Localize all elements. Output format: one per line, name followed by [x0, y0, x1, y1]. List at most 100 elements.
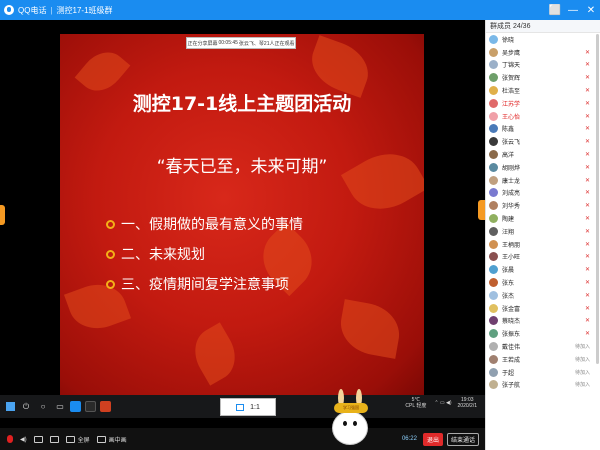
member-status: ✕	[584, 331, 590, 338]
member-name: 张晨	[502, 268, 515, 275]
member-row[interactable]: 蔡晓杰 ✕	[486, 315, 600, 328]
call-control-bar: ◀) 全屏 画中画 06:22 退出 结束通话	[0, 428, 485, 450]
avatar	[489, 73, 498, 83]
member-row[interactable]: 刘成亮 ✕	[486, 187, 600, 200]
avatar	[489, 150, 498, 160]
pip-label: 画中画	[108, 437, 127, 444]
member-row[interactable]: 吴步鹰 ✕	[486, 46, 600, 59]
member-name: 刘华秀	[502, 204, 521, 211]
member-list: 徐晓 吴步鹰 ✕ 丁锦天 ✕ 张贺辉 ✕ 杜浩至 ✕ 江苏学 ✕ 王心怡 ✕ 陈鑫 ✕ 张云飞 ✕ 高洋 ✕ 胡刚烨 ✕…	[486, 33, 600, 391]
ratio-icon	[236, 403, 245, 411]
restore-button[interactable]: ⬜	[546, 0, 564, 20]
pip-button[interactable]: 画中画	[96, 435, 127, 444]
member-name: 王小旺	[502, 255, 521, 262]
end-call-button[interactable]: 结束通话	[446, 432, 479, 446]
member-row[interactable]: 张贺辉 ✕	[486, 71, 600, 84]
member-row[interactable]: 丁锦天 ✕	[486, 59, 600, 72]
collapse-left-handle[interactable]	[0, 205, 5, 225]
share-screen-button[interactable]	[49, 435, 59, 443]
member-row[interactable]: 张晨 ✕	[486, 263, 600, 276]
agenda-item: 一、假期做的最有意义的事情	[106, 209, 303, 239]
member-row[interactable]: 江苏学 ✕	[486, 97, 600, 110]
member-row[interactable]: 王小旺 ✕	[486, 251, 600, 264]
powerpoint-app-icon	[100, 401, 111, 412]
member-name: 陶建	[502, 217, 515, 224]
member-name: 张贺辉	[502, 76, 521, 83]
close-button[interactable]: ✕	[582, 0, 600, 20]
avatar	[489, 214, 498, 224]
exit-button[interactable]: 退出	[422, 432, 443, 446]
browser-app-icon	[70, 401, 81, 412]
member-name: 王柄朋	[502, 242, 521, 249]
fullscreen-button[interactable]: 全屏	[65, 435, 90, 444]
member-row[interactable]: 王心怡 ✕	[486, 110, 600, 123]
clock-date: 2020/2/1	[457, 403, 477, 409]
member-status: ✕	[584, 190, 590, 197]
member-name: 张振东	[502, 332, 521, 339]
member-status: ✕	[584, 75, 590, 82]
avatar	[489, 201, 498, 211]
member-list-scrollbar[interactable]	[596, 34, 599, 364]
member-row[interactable]: 张杰 ✕	[486, 289, 600, 302]
agenda-item: 三、疫情期间复学注意事项	[106, 269, 303, 299]
fullscreen-icon	[65, 435, 75, 443]
window-controls: ⬜ — ✕	[546, 0, 600, 20]
member-row[interactable]: 张振东 ✕	[486, 327, 600, 340]
weather-widget: 5℃ CPL 轻度	[405, 397, 426, 409]
member-count-header: 群成员 24/36	[486, 20, 600, 33]
member-row[interactable]: 胡刚烨 ✕	[486, 161, 600, 174]
ratio-label: 1:1	[250, 403, 260, 411]
member-row[interactable]: 陈鑫 ✕	[486, 123, 600, 136]
member-row[interactable]: 张子航 待加入	[486, 379, 600, 392]
member-row[interactable]: 戴佳伟 待加入	[486, 340, 600, 353]
power-icon: ⏻	[22, 401, 30, 411]
member-row[interactable]: 汪翔 ✕	[486, 225, 600, 238]
member-name: 张杰	[502, 293, 515, 300]
camera-button[interactable]	[33, 435, 43, 443]
presentation-slide: 测控17-1线上主题团活动 “春天已至，未来可期” 一、假期做的最有意义的事情 …	[60, 34, 424, 398]
share-viewers: 张云飞、琴21人正在观看	[238, 40, 295, 47]
mic-button[interactable]	[7, 435, 13, 443]
mascot-eye	[353, 421, 357, 426]
member-row[interactable]: 陶建 ✕	[486, 212, 600, 225]
group-name: 测控17-1班级群	[56, 5, 113, 15]
member-row[interactable]: 张云飞 ✕	[486, 135, 600, 148]
member-name: 戴佳伟	[502, 345, 521, 352]
windows-start-icon	[6, 402, 15, 411]
mascot-banner: 学习强国	[334, 403, 368, 413]
aspect-ratio-toggle[interactable]: 1:1	[220, 398, 276, 416]
screen-share-status-bar[interactable]: 正在分享屏幕 00:05:45 张云飞、琴21人正在观看	[186, 37, 296, 49]
task-view-icon: ▭	[56, 402, 64, 411]
member-row[interactable]: 张金富 ✕	[486, 302, 600, 315]
agenda-item-text: 二、未来规划	[121, 247, 205, 263]
bullet-icon	[106, 219, 115, 229]
avatar	[489, 380, 498, 390]
mascot-eye	[343, 421, 347, 426]
member-name: 张云飞	[502, 140, 521, 147]
member-row[interactable]: 高洋 ✕	[486, 148, 600, 161]
member-row[interactable]: 康士龙 ✕	[486, 174, 600, 187]
member-status: ✕	[584, 318, 590, 325]
agenda-item: 二、未来规划	[106, 239, 303, 269]
member-row[interactable]: 于超 待加入	[486, 366, 600, 379]
member-status: ✕	[584, 88, 590, 95]
speaker-button[interactable]: ◀)	[20, 436, 27, 443]
member-row[interactable]: 王柄朋 ✕	[486, 238, 600, 251]
member-status: ✕	[584, 49, 590, 56]
share-timer: 00:05:45	[218, 40, 238, 46]
member-row[interactable]: 杜浩至 ✕	[486, 84, 600, 97]
member-name: 康士龙	[502, 178, 521, 185]
member-name: 杜浩至	[502, 89, 521, 96]
member-row[interactable]: 张东 ✕	[486, 276, 600, 289]
member-row[interactable]: 刘华秀 ✕	[486, 199, 600, 212]
call-duration: 06:22	[401, 436, 417, 442]
member-panel: 群成员 24/36 徐晓 吴步鹰 ✕ 丁锦天 ✕ 张贺辉 ✕ 杜浩至 ✕ 江苏学 ✕ 王心怡 ✕ 陈鑫 ✕ 张…	[485, 20, 600, 450]
call-actions: 06:22 退出 结束通话	[401, 432, 485, 446]
member-row[interactable]: 徐晓	[486, 33, 600, 46]
minimize-button[interactable]: —	[564, 0, 582, 20]
member-row[interactable]: 王若成 待加入	[486, 353, 600, 366]
member-name: 江苏学	[502, 101, 521, 108]
avatar	[489, 188, 498, 198]
avatar	[489, 86, 498, 96]
system-tray: 5℃ CPL 轻度 ⌃ ▭ ◀) 19:03 2020/2/1	[405, 397, 477, 409]
